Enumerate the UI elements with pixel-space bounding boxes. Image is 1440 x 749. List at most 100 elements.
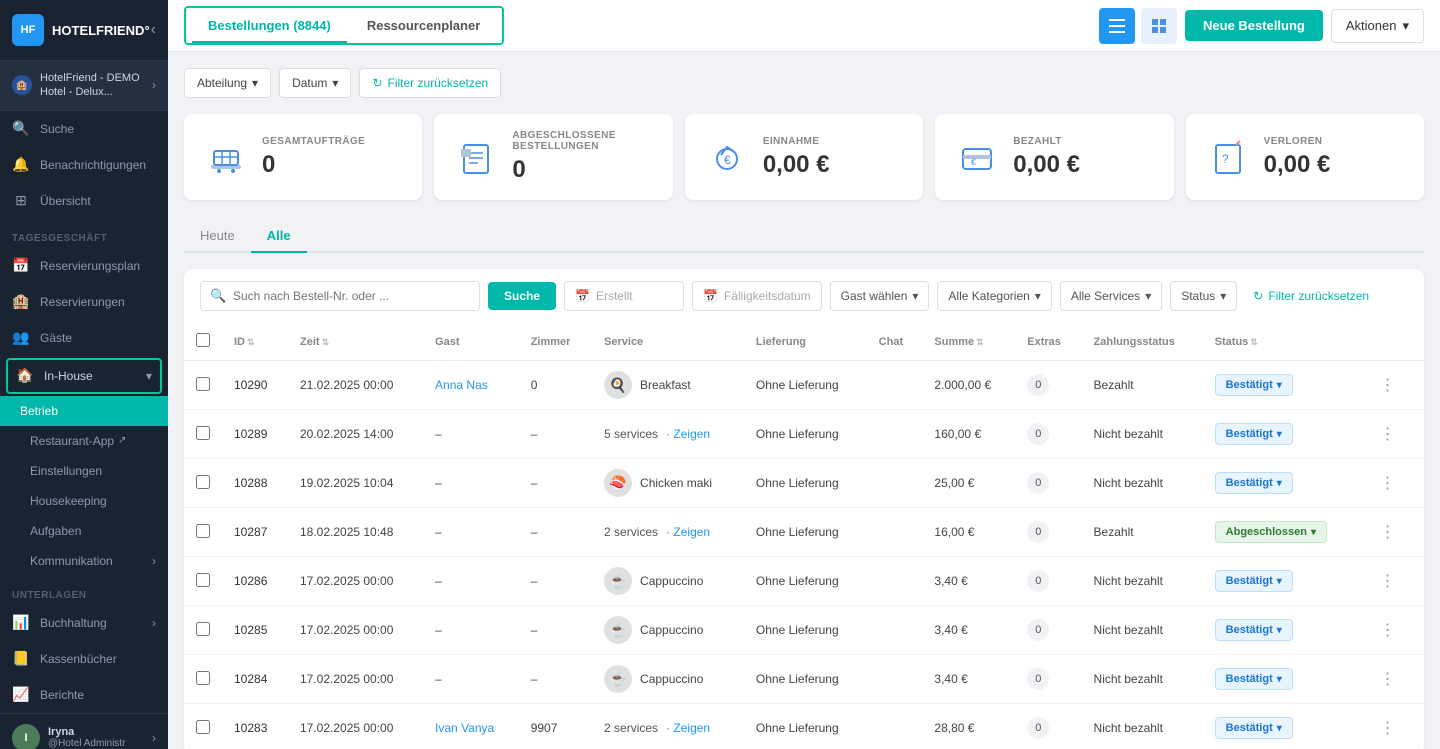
row-more-options-button[interactable]: ⋮	[1372, 371, 1404, 399]
row-gast[interactable]: Anna Nas	[423, 361, 519, 410]
row-checkbox-cell	[184, 655, 222, 704]
hotel-icon: 🏨	[12, 293, 30, 311]
sidebar-sub-label: Aufgaben	[30, 524, 81, 538]
grid-view-button[interactable]	[1141, 8, 1177, 44]
hotel-icon: 🏨	[12, 75, 32, 95]
sidebar-item-housekeeping[interactable]: Housekeeping	[0, 486, 168, 516]
row-checkbox[interactable]	[196, 475, 210, 489]
row-gast: –	[423, 508, 519, 557]
row-chat	[867, 361, 923, 410]
user-menu-icon[interactable]: ›	[152, 731, 156, 745]
sidebar-item-benachrichtigungen[interactable]: 🔔 Benachrichtigungen	[0, 147, 168, 183]
row-checkbox[interactable]	[196, 622, 210, 636]
alle-services-select[interactable]: Alle Services ▾	[1060, 281, 1162, 311]
table-row: 10288 19.02.2025 10:04 – – 🍣 Chicken mak…	[184, 459, 1424, 508]
sidebar-collapse-icon[interactable]: ‹	[151, 21, 156, 39]
search-button[interactable]: Suche	[488, 282, 556, 310]
row-zeit: 17.02.2025 00:00	[288, 557, 423, 606]
hotel-selector[interactable]: 🏨 HotelFriend - DEMO Hotel - Delux... ›	[0, 61, 168, 111]
sort-icon: ⇅	[247, 337, 255, 347]
row-checkbox[interactable]	[196, 720, 210, 734]
row-extras: 0	[1015, 704, 1081, 749]
status-select[interactable]: Status ▾	[1170, 281, 1237, 311]
tab-heute[interactable]: Heute	[184, 220, 251, 253]
row-checkbox[interactable]	[196, 426, 210, 440]
status-badge[interactable]: Abgeschlossen ▾	[1215, 521, 1327, 543]
status-dropdown-icon: ▾	[1277, 625, 1282, 636]
status-badge[interactable]: Bestätigt ▾	[1215, 570, 1293, 592]
status-badge[interactable]: Bestätigt ▾	[1215, 668, 1293, 690]
sidebar-item-betrieb[interactable]: Betrieb	[0, 396, 168, 426]
row-id: 10288	[222, 459, 288, 508]
row-more-options-button[interactable]: ⋮	[1372, 567, 1404, 595]
row-gast: –	[423, 655, 519, 704]
paid-icon: €	[955, 135, 999, 179]
row-more-options-button[interactable]: ⋮	[1372, 616, 1404, 644]
row-more-options-button[interactable]: ⋮	[1372, 665, 1404, 693]
status-badge[interactable]: Bestätigt ▾	[1215, 619, 1293, 641]
status-badge[interactable]: Bestätigt ▾	[1215, 472, 1293, 494]
sidebar-sub-label: Einstellungen	[30, 464, 102, 478]
neue-bestellung-button[interactable]: Neue Bestellung	[1185, 10, 1323, 41]
sidebar-item-kassenbucher[interactable]: 📒 Kassenbücher	[0, 641, 168, 677]
row-checkbox[interactable]	[196, 377, 210, 391]
erstellt-date-input[interactable]: 📅 Erstellt	[564, 281, 684, 311]
zeigen-link[interactable]: · Zeigen	[666, 525, 710, 539]
sidebar-item-reservierungen[interactable]: 🏨 Reservierungen	[0, 284, 168, 320]
tab-alle[interactable]: Alle	[251, 220, 307, 253]
status-dropdown-icon: ▾	[1277, 674, 1282, 685]
row-gast[interactable]: Ivan Vanya	[423, 704, 519, 749]
zeigen-link[interactable]: · Zeigen	[666, 427, 710, 441]
revenue-icon: €	[705, 135, 749, 179]
table-row: 10289 20.02.2025 14:00 – – 5 services · …	[184, 410, 1424, 459]
sidebar-sub-label: Kommunikation	[30, 554, 113, 568]
list-view-button[interactable]	[1099, 8, 1135, 44]
tab-ressourcenplaner[interactable]: Ressourcenplaner	[351, 12, 496, 39]
row-more-options-button[interactable]: ⋮	[1372, 714, 1404, 742]
alle-kategorien-select[interactable]: Alle Kategorien ▾	[937, 281, 1051, 311]
row-lieferung: Ohne Lieferung	[744, 459, 867, 508]
select-all-checkbox[interactable]	[196, 333, 210, 347]
status-badge[interactable]: Bestätigt ▾	[1215, 423, 1293, 445]
sidebar-item-aufgaben[interactable]: Aufgaben	[0, 516, 168, 546]
row-more-options-button[interactable]: ⋮	[1372, 518, 1404, 546]
tab-bestellungen[interactable]: Bestellungen (8844)	[192, 12, 347, 39]
row-summe: 28,80 €	[922, 704, 1015, 749]
sidebar-item-berichte[interactable]: 📈 Berichte	[0, 677, 168, 713]
sidebar-item-reservierungsplan[interactable]: 📅 Reservierungsplan	[0, 248, 168, 284]
gast-wahlen-select[interactable]: Gast wählen ▾	[830, 281, 930, 311]
row-checkbox[interactable]	[196, 671, 210, 685]
falligkeitsdatum-input[interactable]: 📅 Fälligkeitsdatum	[692, 281, 822, 311]
row-more-options-button[interactable]: ⋮	[1372, 469, 1404, 497]
completed-icon	[454, 135, 498, 179]
row-lieferung: Ohne Lieferung	[744, 508, 867, 557]
user-profile[interactable]: I Iryna @Hotel Administr ›	[0, 713, 168, 749]
row-checkbox[interactable]	[196, 573, 210, 587]
abteilung-filter[interactable]: Abteilung ▾	[184, 68, 271, 98]
status-dropdown-icon: ▾	[1277, 576, 1282, 587]
row-zahlungsstatus: Nicht bezahlt	[1082, 459, 1203, 508]
aktionen-button[interactable]: Aktionen ▾	[1331, 9, 1424, 43]
status-badge[interactable]: Bestätigt ▾	[1215, 374, 1293, 396]
table-row: 10287 18.02.2025 10:48 – – 2 services · …	[184, 508, 1424, 557]
content-tabs: Heute Alle	[184, 220, 1424, 253]
datum-filter[interactable]: Datum ▾	[279, 68, 351, 98]
sidebar-item-suche[interactable]: 🔍 Suche	[0, 111, 168, 147]
sidebar-item-gaste[interactable]: 👥 Gäste	[0, 320, 168, 356]
sidebar-item-restaurant-app[interactable]: Restaurant-App ↗	[0, 426, 168, 456]
sidebar-item-ubersicht[interactable]: ⊞ Übersicht	[0, 183, 168, 219]
row-checkbox[interactable]	[196, 524, 210, 538]
row-more-options-button[interactable]: ⋮	[1372, 420, 1404, 448]
row-actions-cell: ⋮	[1360, 704, 1425, 749]
status-badge[interactable]: Bestätigt ▾	[1215, 717, 1293, 739]
reset-filter-table-button[interactable]: ↻ Filter zurücksetzen	[1245, 285, 1377, 307]
sidebar-item-kommunikation[interactable]: Kommunikation ›	[0, 546, 168, 576]
sidebar-item-in-house[interactable]: 🏠 In-House ▾	[6, 358, 162, 394]
service-image: 🍳	[604, 371, 632, 399]
sidebar-item-einstellungen[interactable]: Einstellungen	[0, 456, 168, 486]
zeigen-link[interactable]: · Zeigen	[666, 721, 710, 735]
row-zahlungsstatus: Bezahlt	[1082, 361, 1203, 410]
reset-filter-button[interactable]: ↻ Filter zurücksetzen	[359, 68, 501, 98]
search-input[interactable]	[200, 281, 480, 311]
sidebar-item-buchhaltung[interactable]: 📊 Buchhaltung ›	[0, 605, 168, 641]
